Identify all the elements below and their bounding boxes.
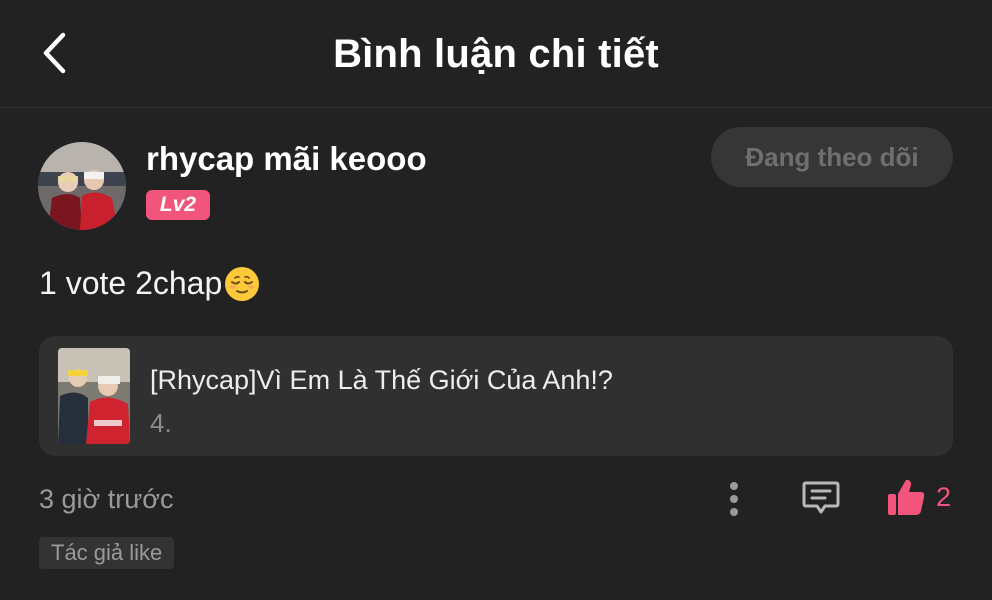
level-badge: Lv2 bbox=[146, 190, 210, 220]
comment-body: 1 vote 2chap bbox=[39, 265, 260, 302]
thumbs-up-icon bbox=[888, 479, 925, 515]
avatar[interactable] bbox=[38, 142, 126, 230]
comment-timestamp: 3 giờ trước bbox=[39, 484, 174, 514]
like-count: 2 bbox=[936, 481, 952, 512]
username[interactable]: rhycap mãi keooo bbox=[146, 140, 427, 178]
like-button[interactable]: 2 bbox=[886, 474, 951, 520]
manga-thumbnail bbox=[58, 348, 130, 444]
more-options-button[interactable] bbox=[719, 480, 749, 518]
author-like-badge: Tác giả like bbox=[39, 537, 175, 569]
following-button[interactable]: Đang theo dõi bbox=[711, 127, 953, 187]
header-bar: Bình luận chi tiết bbox=[0, 0, 992, 108]
manga-title: [Rhycap]Vì Em Là Thế Giới Của Anh!? bbox=[150, 365, 613, 395]
comment-icon bbox=[802, 481, 840, 514]
manga-link-card[interactable]: [Rhycap]Vì Em Là Thế Giới Của Anh!? 4. bbox=[39, 336, 953, 456]
comment-text: 1 vote 2chap bbox=[39, 265, 223, 301]
page-title: Bình luận chi tiết bbox=[333, 32, 659, 76]
relieved-face-emoji-icon bbox=[224, 266, 260, 302]
more-vertical-icon bbox=[730, 482, 738, 516]
manga-chapter: 4. bbox=[150, 408, 172, 438]
reply-button[interactable] bbox=[800, 476, 842, 520]
